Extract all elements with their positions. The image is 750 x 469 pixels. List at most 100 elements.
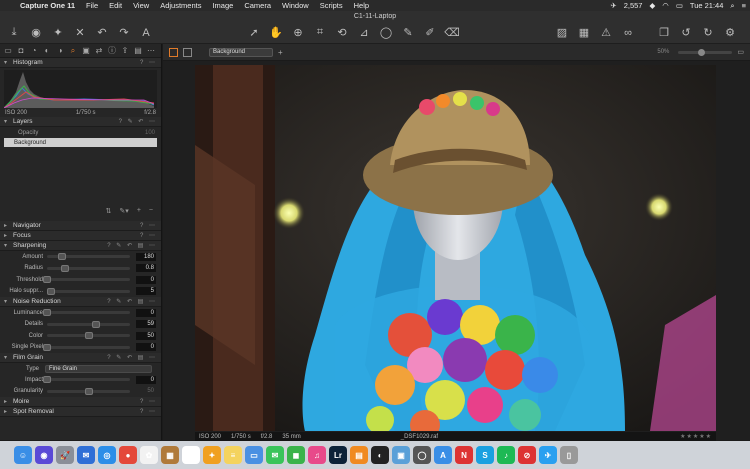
wand-icon[interactable]: ✦ (50, 25, 66, 41)
slider-track[interactable] (47, 264, 130, 272)
copy-icon[interactable]: ❐ (656, 25, 672, 41)
chrome-icon[interactable]: ● (119, 446, 137, 464)
batch-tab-icon[interactable]: ▤ (133, 46, 143, 56)
ibooks-icon[interactable]: ▤ (350, 446, 368, 464)
slider-knob[interactable] (47, 287, 56, 295)
menu-edit[interactable]: Edit (109, 1, 122, 10)
folder-icon[interactable]: ▭ (245, 446, 263, 464)
capture-icon[interactable]: ◉ (28, 25, 44, 41)
calendar-icon[interactable]: 24 (182, 446, 200, 464)
slider-value[interactable]: 0 (136, 308, 156, 317)
wifi-icon[interactable]: ◠ (662, 1, 669, 10)
slider-luminance[interactable]: Luminance 0 (0, 307, 161, 319)
opacity-value[interactable]: 100 (145, 130, 155, 136)
capture-one-icon[interactable]: ◯ (413, 446, 431, 464)
menu-adjustments[interactable]: Adjustments (160, 1, 201, 10)
slider-threshold[interactable]: Threshold 0 (0, 274, 161, 286)
trash-icon[interactable]: ▯ (560, 446, 578, 464)
brush-menu-icon[interactable]: ✎▾ (119, 207, 128, 217)
menu-app[interactable]: Capture One 11 (20, 1, 75, 10)
slider-knob[interactable] (43, 276, 51, 284)
photo-editor-icon[interactable]: ◐ (371, 446, 389, 464)
slider-value[interactable]: 180 (136, 252, 156, 261)
spotify-icon[interactable]: ♪ (497, 446, 515, 464)
spot-removal-header[interactable]: ▸ Spot Removal ? ⋯ (0, 407, 161, 417)
section-actions-icon[interactable]: ? ⋯ (140, 59, 157, 66)
adjust-tab-icon[interactable]: ⇄ (94, 46, 104, 56)
itunes-icon[interactable]: ♫ (308, 446, 326, 464)
slider-knob[interactable] (61, 264, 70, 272)
menu-camera[interactable]: Camera (244, 1, 271, 10)
slider-radius[interactable]: Radius 0.8 (0, 263, 161, 275)
settings-icon[interactable]: ⚙ (722, 25, 738, 41)
import-icon[interactable]: ⤓ (6, 25, 22, 41)
section-actions-icon[interactable]: ? ✎ ↶ ▤ ⋯ (107, 298, 157, 305)
slider-track[interactable] (43, 376, 130, 384)
loupe-icon[interactable]: ⊕ (290, 25, 306, 41)
select-arrow-icon[interactable]: ➚ (246, 25, 262, 41)
slider-knob[interactable] (57, 253, 66, 261)
moire-header[interactable]: ▸ Moire ? ⋯ (0, 397, 161, 407)
metadata-tab-icon[interactable]: ⓘ (107, 46, 117, 56)
clock[interactable]: Tue 21:44 (690, 1, 724, 10)
add-layer-icon[interactable]: + (278, 48, 283, 57)
undo-icon[interactable]: ↶ (94, 25, 110, 41)
facetime-icon[interactable]: ◼ (287, 446, 305, 464)
zoom-knob[interactable] (698, 48, 706, 56)
capture-tab-icon[interactable]: ◘ (16, 46, 26, 56)
proof-glasses-icon[interactable]: ∞ (620, 25, 636, 41)
eraser-icon[interactable]: ⌫ (444, 25, 460, 41)
section-actions-icon[interactable]: ? ✎ ↶ ⋯ (119, 118, 157, 125)
mail-app-icon[interactable]: ✉ (77, 446, 95, 464)
blocked-icon[interactable]: ⊘ (518, 446, 536, 464)
slider-details[interactable]: Details 59 (0, 319, 161, 331)
spot-icon[interactable]: ◯ (378, 25, 394, 41)
slider-knob[interactable] (43, 376, 51, 384)
navigator-header[interactable]: ▸ Navigator ? ⋯ (0, 221, 161, 231)
slider-value[interactable]: 0 (136, 275, 156, 284)
sliders-icon[interactable]: ⇅ (106, 207, 112, 217)
butterfly-icon[interactable]: ✦ (203, 446, 221, 464)
local-adjust-tab-icon[interactable]: ▣ (81, 46, 91, 56)
section-actions-icon[interactable]: ? ⋯ (140, 408, 157, 415)
slider-track[interactable] (47, 287, 130, 295)
details-tab-icon[interactable]: ⌕ (68, 46, 78, 56)
text-icon[interactable]: A (138, 25, 154, 41)
image-viewer[interactable] (163, 61, 750, 440)
add-layer-icon[interactable]: + (137, 207, 141, 217)
layers-header[interactable]: ▾ Layers ? ✎ ↶ ⋯ (0, 117, 161, 127)
slider-halo[interactable]: Halo suppr... 5 (0, 286, 161, 298)
slider-amount[interactable]: Amount 180 (0, 251, 161, 263)
slider-track[interactable] (43, 309, 130, 317)
slider-track[interactable] (47, 320, 130, 328)
slider-value[interactable]: 50 (136, 387, 156, 395)
multi-view-icon[interactable] (183, 47, 192, 57)
slider-color[interactable]: Color 50 (0, 330, 161, 342)
picker-icon[interactable]: ✎ (400, 25, 416, 41)
exposure-warning-icon[interactable]: ▨ (554, 25, 570, 41)
layer-select[interactable]: Background (209, 47, 273, 57)
search-icon[interactable]: ⌕ (730, 1, 734, 11)
launchpad-icon[interactable]: 🚀 (56, 446, 74, 464)
slider-knob[interactable] (91, 320, 100, 328)
slider-value[interactable]: 0 (136, 343, 156, 352)
grain-type-select[interactable]: Fine Grain (45, 364, 152, 373)
lens-tab-icon[interactable]: ◔ (29, 46, 39, 56)
photos-icon[interactable]: ✿ (140, 446, 158, 464)
section-actions-icon[interactable]: ? ⋯ (140, 398, 157, 405)
warning-icon[interactable]: ⚠ (598, 25, 614, 41)
noise-header[interactable]: ▾ Noise Reduction ? ✎ ↶ ▤ ⋯ (0, 297, 161, 307)
slider-track[interactable] (43, 343, 130, 351)
pan-hand-icon[interactable]: ✋ (268, 25, 284, 41)
dropbox-icon[interactable]: ◆ (649, 1, 655, 10)
slider-knob[interactable] (43, 343, 51, 351)
slider-value[interactable]: 50 (136, 331, 156, 340)
safari-icon[interactable]: ◎ (98, 446, 116, 464)
keystone-icon[interactable]: ⊿ (356, 25, 372, 41)
notes-yellow-icon[interactable]: ≡ (224, 446, 242, 464)
menu-file[interactable]: File (86, 1, 98, 10)
siri-icon[interactable]: ◉ (35, 446, 53, 464)
menu-image[interactable]: Image (212, 1, 233, 10)
reset-icon[interactable]: ↺ (678, 25, 694, 41)
redo-icon[interactable]: ↷ (116, 25, 132, 41)
